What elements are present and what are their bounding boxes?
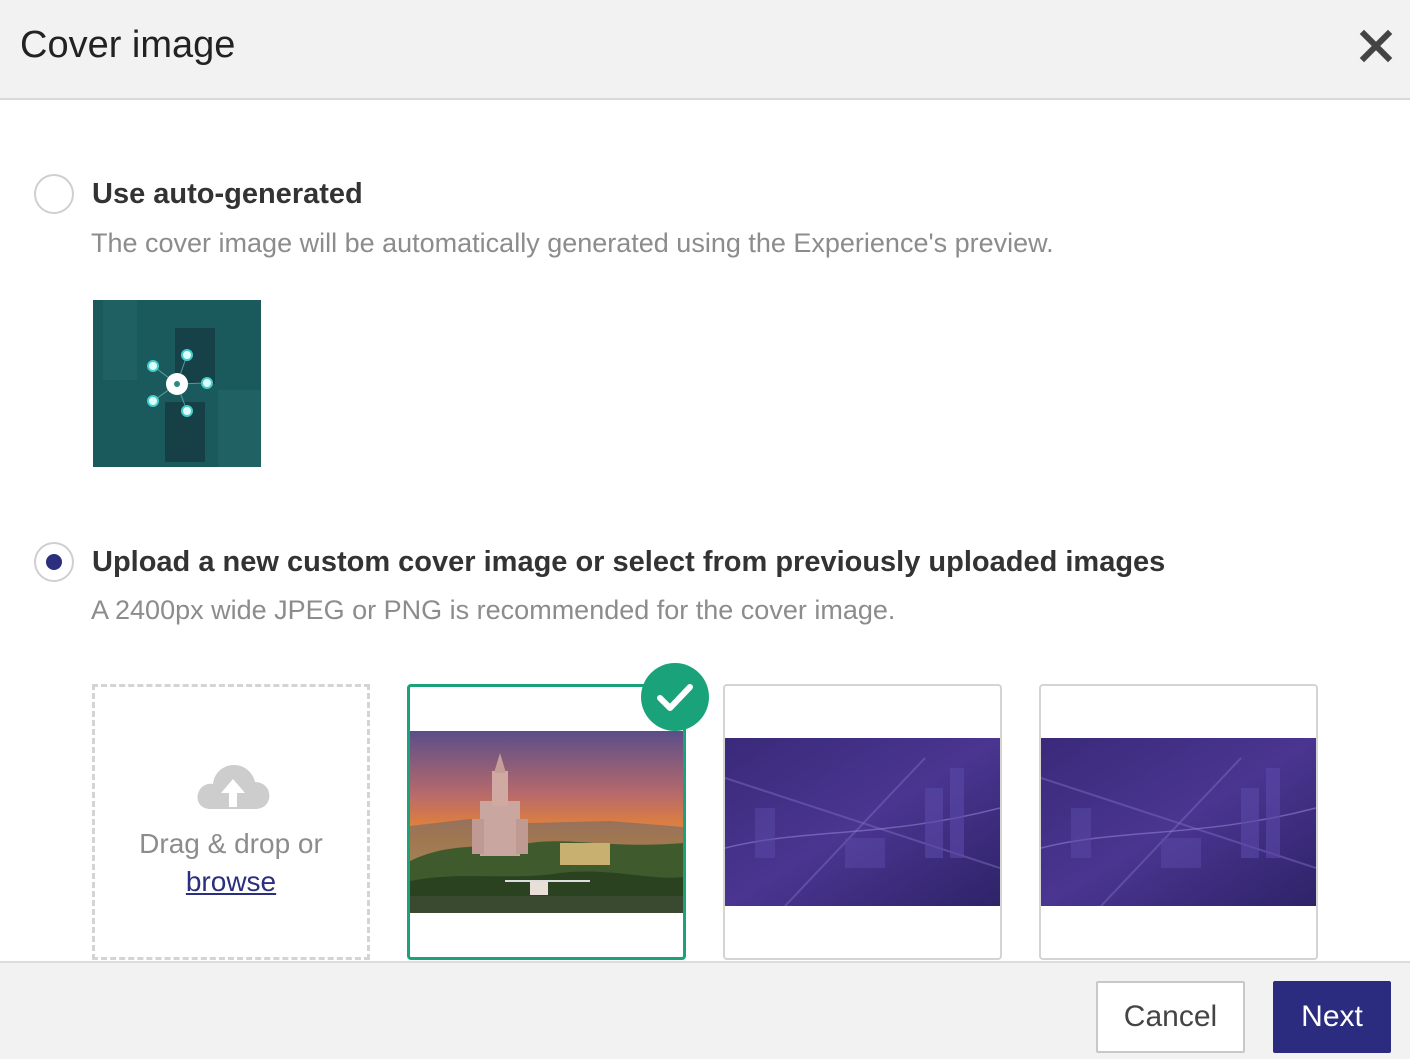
close-button[interactable]: [1356, 26, 1396, 66]
selected-check-badge: [641, 663, 709, 731]
custom-upload-radio[interactable]: [34, 542, 74, 582]
uploaded-image-purple-city-1[interactable]: [723, 684, 1002, 960]
cloud-upload-icon: [197, 765, 270, 809]
dropzone-text: Drag & drop or browse: [95, 825, 367, 901]
dialog-footer: Cancel Next: [0, 961, 1410, 1059]
custom-upload-description: A 2400px wide JPEG or PNG is recommended…: [91, 595, 896, 625]
dialog-title: Cover image: [20, 24, 236, 66]
cancel-button[interactable]: Cancel: [1096, 981, 1245, 1053]
auto-generated-preview: [93, 300, 261, 467]
upload-dropzone[interactable]: Drag & drop or browse: [92, 684, 370, 960]
purple-city-image: [725, 738, 1000, 906]
auto-generated-label[interactable]: Use auto-generated: [92, 178, 363, 211]
dialog-header: Cover image: [0, 0, 1410, 100]
auto-generated-radio[interactable]: [34, 174, 74, 214]
dropzone-instruction: Drag & drop or: [139, 828, 323, 859]
close-icon: [1359, 29, 1393, 63]
uploaded-image-purple-city-2[interactable]: [1039, 684, 1318, 960]
custom-upload-label[interactable]: Upload a new custom cover image or selec…: [92, 546, 1165, 579]
barcelona-image: [410, 731, 683, 913]
browse-link[interactable]: browse: [186, 866, 276, 897]
checkmark-icon: [657, 684, 693, 711]
auto-generated-description: The cover image will be automatically ge…: [91, 228, 1054, 258]
next-button[interactable]: Next: [1273, 981, 1391, 1053]
purple-city-image: [1041, 738, 1316, 906]
